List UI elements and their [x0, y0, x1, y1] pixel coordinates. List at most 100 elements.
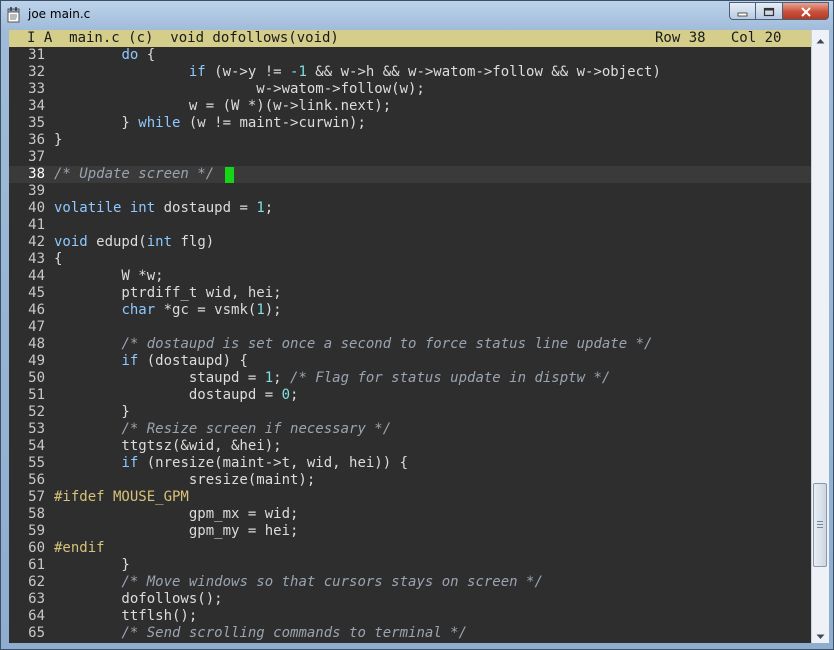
code-token: (w != maint->curwin); [180, 115, 366, 131]
scroll-up-arrow-icon [816, 29, 825, 48]
editor-terminal[interactable]: I A main.c (c) void dofollows(void) Row … [9, 30, 811, 643]
line-text: /* dostaupd is set once a second to forc… [54, 336, 652, 353]
code-token: dofollows(); [54, 591, 223, 607]
code-line[interactable]: 46 char *gc = vsmk(1); [9, 302, 811, 319]
minimize-button[interactable] [729, 2, 756, 20]
code-line[interactable]: 43 { [9, 251, 811, 268]
line-number: 39 [28, 183, 45, 199]
code-line[interactable]: 44 W *w; [9, 268, 811, 285]
code-line[interactable]: 41 [9, 217, 811, 234]
scroll-up-button[interactable] [812, 30, 829, 47]
line-text: /* Move windows so that cursors stays on… [54, 574, 542, 591]
code-line[interactable]: 49 if (dostaupd) { [9, 353, 811, 370]
code-token: W *w; [54, 268, 164, 284]
code-line[interactable]: 47 [9, 319, 811, 336]
code-token: dostaupd = [54, 387, 282, 403]
status-file-info: I A main.c (c) void dofollows(void) [27, 30, 339, 46]
line-text: ttflsh(); [54, 608, 197, 625]
code-line[interactable]: 53 /* Resize screen if necessary */ [9, 421, 811, 438]
title-bar[interactable]: joe main.c [1, 1, 833, 29]
comment-token: /* Flag for status update in disptw */ [290, 370, 611, 386]
line-text: w->watom->follow(w); [54, 81, 425, 98]
code-line[interactable]: 37 [9, 149, 811, 166]
code-line[interactable]: 33 w->watom->follow(w); [9, 81, 811, 98]
code-token: gpm_my = hei; [54, 523, 299, 539]
code-line[interactable]: 45 ptrdiff_t wid, hei; [9, 285, 811, 302]
code-line[interactable]: 62 /* Move windows so that cursors stays… [9, 574, 811, 591]
code-area[interactable]: 31 do {32 if (w->y != -1 && w->h && w->w… [9, 47, 811, 642]
line-text: } [54, 132, 62, 149]
code-token: dostaupd = [155, 200, 257, 216]
code-line[interactable]: 38 /* Update screen */ [9, 166, 811, 183]
line-text: #endif [54, 540, 105, 557]
code-token: } [54, 404, 130, 420]
text-cursor [225, 167, 234, 183]
line-text: char *gc = vsmk(1); [54, 302, 281, 319]
code-line[interactable]: 57 #ifdef MOUSE_GPM [9, 489, 811, 506]
code-line[interactable]: 42 void edupd(int flg) [9, 234, 811, 251]
line-text: { [54, 251, 62, 268]
line-text: if (w->y != -1 && w->h && w->watom->foll… [54, 64, 661, 81]
code-line[interactable]: 36} [9, 132, 811, 149]
code-line[interactable]: 34 w = (W *)(w->link.next); [9, 98, 811, 115]
code-line[interactable]: 52 } [9, 404, 811, 421]
line-number: 55 [28, 455, 45, 471]
code-line[interactable]: 63 dofollows(); [9, 591, 811, 608]
code-line[interactable]: 54 ttgtsz(&wid, &hei); [9, 438, 811, 455]
code-line[interactable]: 55 if (nresize(maint->t, wid, hei)) { [9, 455, 811, 472]
line-number: 64 [28, 608, 45, 624]
line-number: 38 [28, 166, 45, 182]
maximize-button[interactable] [756, 2, 783, 20]
comment-token: /* Update screen */ [54, 166, 215, 182]
vertical-scrollbar[interactable] [811, 30, 829, 643]
code-line[interactable]: 65 /* Send scrolling commands to termina… [9, 625, 811, 642]
code-line[interactable]: 58 gpm_mx = wid; [9, 506, 811, 523]
line-text: ttgtsz(&wid, &hei); [54, 438, 281, 455]
code-line[interactable]: 51 dostaupd = 0; [9, 387, 811, 404]
scroll-down-button[interactable] [812, 626, 829, 643]
code-line[interactable]: 64 ttflsh(); [9, 608, 811, 625]
code-line[interactable]: 48 /* dostaupd is set once a second to f… [9, 336, 811, 353]
code-line[interactable]: 39 [9, 183, 811, 200]
code-line[interactable]: 40 volatile int dostaupd = 1; [9, 200, 811, 217]
line-number: 36 [28, 132, 45, 148]
line-number: 58 [28, 506, 45, 522]
line-number: 42 [28, 234, 45, 250]
line-number: 47 [28, 319, 45, 335]
code-token: } [54, 557, 130, 573]
code-line[interactable]: 59 gpm_my = hei; [9, 523, 811, 540]
keyword-token: void [54, 234, 88, 250]
line-text: ptrdiff_t wid, hei; [54, 285, 281, 302]
pre-token: #ifdef MOUSE_GPM [54, 489, 189, 505]
line-text: do { [54, 47, 155, 64]
line-number: 45 [28, 285, 45, 301]
code-line[interactable]: 32 if (w->y != -1 && w->h && w->watom->f… [9, 64, 811, 81]
line-number: 37 [28, 149, 45, 165]
code-token: } [54, 132, 63, 148]
line-number: 60 [28, 540, 45, 556]
thumb-grip [817, 520, 823, 522]
code-line[interactable]: 61 } [9, 557, 811, 574]
code-line[interactable]: 60 #endif [9, 540, 811, 557]
thumb-grip [817, 526, 823, 528]
code-line[interactable]: 50 staupd = 1; /* Flag for status update… [9, 370, 811, 387]
notepad-app-icon[interactable] [7, 7, 21, 23]
code-token: ttflsh(); [54, 608, 198, 624]
scrollbar-thumb[interactable] [813, 482, 827, 567]
keyword-token: int [129, 200, 156, 216]
line-number: 46 [28, 302, 45, 318]
close-button[interactable] [783, 2, 829, 20]
code-line[interactable]: 35 } while (w != maint->curwin); [9, 115, 811, 132]
line-text: void edupd(int flg) [54, 234, 214, 251]
num-token: 1 [256, 302, 265, 318]
code-token: sresize(maint); [54, 472, 316, 488]
line-number: 54 [28, 438, 45, 454]
line-number: 32 [28, 64, 45, 80]
code-line[interactable]: 56 sresize(maint); [9, 472, 811, 489]
keyword-token: int [146, 234, 173, 250]
code-line[interactable]: 31 do { [9, 47, 811, 64]
